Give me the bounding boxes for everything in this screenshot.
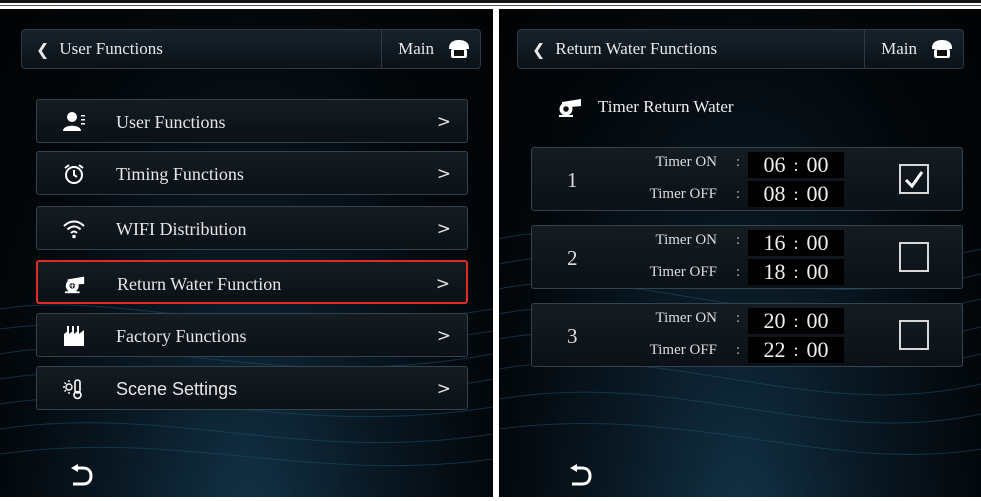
timer-off-label: Timer OFF (649, 186, 717, 202)
menu-item-label: User Functions (116, 112, 226, 132)
section-title-text: Timer Return Water (598, 97, 734, 116)
timer-row-3: 3 Timer ON : 20:00 Timer OFF : 22:00 (531, 303, 963, 367)
thermometer-icon (63, 379, 82, 400)
chevron-right-icon: > (435, 274, 450, 294)
top-border-thin (0, 5, 981, 6)
main-button[interactable]: Main (381, 30, 480, 68)
timer-index: 3 (567, 324, 578, 348)
menu-item-label: WIFI Distribution (116, 219, 247, 239)
timer-off-label: Timer OFF (649, 264, 717, 280)
timer-enable-checkbox[interactable] (899, 242, 929, 272)
timer-index: 2 (567, 246, 578, 270)
chevron-right-icon: > (436, 112, 451, 132)
menu-item-timing-functions[interactable]: Timing Functions > (36, 151, 468, 195)
timer-on-label: Timer ON (655, 232, 717, 248)
menu-item-label: Timing Functions (116, 164, 244, 184)
timer-enable-checkbox[interactable] (899, 320, 929, 350)
menu-item-scene-settings[interactable]: Scene Settings > (36, 366, 468, 410)
timer-row-2: 2 Timer ON : 16:00 Timer OFF : 18:00 (531, 225, 963, 289)
main-label: Main (881, 39, 917, 58)
timer-off-label: Timer OFF (649, 342, 717, 358)
top-border (0, 0, 981, 3)
pump-icon (559, 99, 581, 117)
timer-on-time[interactable]: 20:00 (748, 308, 844, 334)
back-button[interactable]: ❮ Return Water Functions (518, 30, 717, 68)
user-icon (63, 112, 85, 131)
menu-item-label: Return Water Function (117, 274, 282, 294)
back-button[interactable]: ❮ User Functions (22, 30, 163, 68)
return-arrow-icon[interactable] (567, 464, 593, 486)
main-button[interactable]: Main (864, 30, 963, 68)
timer-row-1: 1 Timer ON : 06:00 Timer OFF : 08:00 (531, 147, 963, 211)
timer-on-label: Timer ON (655, 310, 717, 326)
header-bar: ❮ User Functions Main (21, 29, 481, 69)
menu-item-wifi-distribution[interactable]: WIFI Distribution > (36, 206, 468, 250)
chevron-right-icon: > (436, 164, 451, 184)
menu-item-factory-functions[interactable]: Factory Functions > (36, 313, 468, 357)
factory-icon (64, 326, 84, 346)
alarm-clock-icon (64, 164, 84, 184)
chevron-right-icon: > (436, 219, 451, 239)
checkmark-icon (904, 171, 924, 189)
pump-icon (64, 276, 85, 294)
return-water-functions-screen: ❮ Return Water Functions Main Timer Retu… (499, 9, 981, 497)
background-waves (0, 304, 493, 467)
header-title: Return Water Functions (555, 39, 718, 58)
main-label: Main (398, 39, 434, 58)
return-arrow-icon[interactable] (68, 464, 94, 486)
timer-off-time[interactable]: 08:00 (748, 181, 844, 207)
timer-on-time[interactable]: 06:00 (748, 152, 844, 178)
wifi-icon (63, 220, 85, 239)
home-icon (932, 40, 952, 58)
menu-item-label: Scene Settings (116, 379, 238, 399)
header-bar: ❮ Return Water Functions Main (517, 29, 964, 69)
timer-off-time[interactable]: 18:00 (748, 259, 844, 285)
timer-enable-checkbox[interactable] (899, 164, 929, 194)
timer-off-time[interactable]: 22:00 (748, 337, 844, 363)
chevron-left-icon: ❮ (36, 39, 50, 59)
timer-index: 1 (567, 168, 578, 192)
home-icon (449, 40, 469, 58)
user-functions-screen: ❮ User Functions Main User Functions > T… (0, 9, 493, 497)
menu-item-user-functions[interactable]: User Functions > (36, 99, 468, 143)
menu-item-label: Factory Functions (116, 326, 247, 346)
timer-on-time[interactable]: 16:00 (748, 230, 844, 256)
timer-on-label: Timer ON (655, 154, 717, 170)
chevron-right-icon: > (436, 326, 451, 346)
menu-item-return-water-function[interactable]: Return Water Function > (36, 260, 468, 304)
chevron-left-icon: ❮ (532, 39, 546, 59)
chevron-right-icon: > (436, 379, 451, 399)
section-title: Timer Return Water (556, 97, 734, 117)
header-title: User Functions (59, 39, 163, 58)
